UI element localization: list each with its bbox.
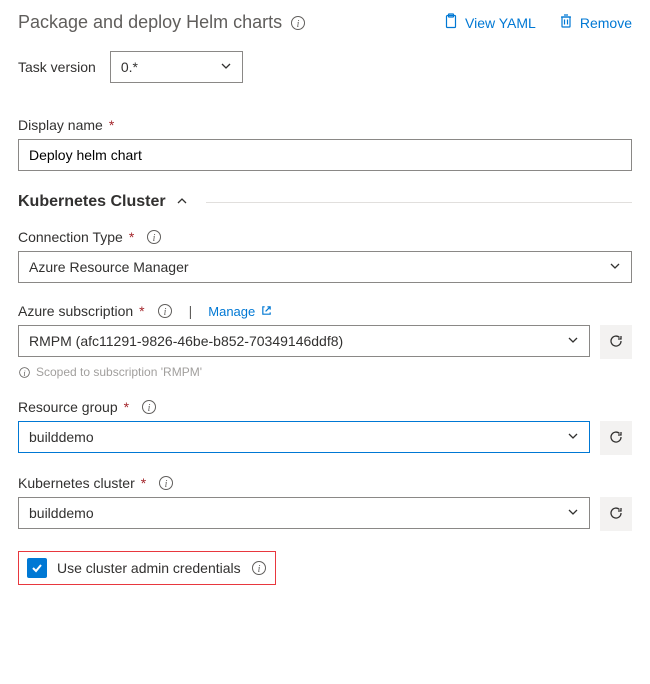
info-icon: i: [18, 366, 31, 379]
task-title: Package and deploy Helm charts i: [18, 12, 306, 33]
kubernetes-cluster-dropdown[interactable]: builddemo: [18, 497, 590, 529]
chevron-down-icon: [567, 333, 579, 349]
azure-subscription-label: Azure subscription *: [18, 303, 145, 319]
azure-subscription-value: RMPM (afc11291-9826-46be-b852-70349146dd…: [29, 333, 343, 349]
view-yaml-label: View YAML: [465, 15, 536, 31]
trash-icon: [558, 13, 574, 32]
resource-group-value: builddemo: [29, 429, 94, 445]
refresh-button[interactable]: [600, 325, 632, 359]
manage-label: Manage: [208, 304, 255, 319]
info-icon[interactable]: i: [157, 303, 173, 319]
refresh-icon: [608, 429, 624, 448]
svg-text:i: i: [297, 19, 300, 30]
resource-group-field: Resource group * i builddemo: [18, 399, 632, 455]
display-name-input[interactable]: [18, 139, 632, 171]
display-name-field: Display name *: [18, 117, 632, 171]
kubernetes-cluster-value: builddemo: [29, 505, 94, 521]
svg-text:i: i: [257, 564, 260, 575]
azure-subscription-dropdown[interactable]: RMPM (afc11291-9826-46be-b852-70349146dd…: [18, 325, 590, 357]
resource-group-label: Resource group *: [18, 399, 129, 415]
refresh-button[interactable]: [600, 497, 632, 531]
task-version-field: Task version 0.*: [18, 51, 632, 83]
remove-label: Remove: [580, 15, 632, 31]
subscription-scope-note: i Scoped to subscription 'RMPM': [18, 365, 632, 379]
required-marker: *: [129, 229, 134, 245]
remove-button[interactable]: Remove: [558, 13, 632, 32]
azure-subscription-label-text: Azure subscription: [18, 303, 133, 319]
divider: [206, 202, 632, 203]
svg-text:i: i: [148, 403, 151, 414]
info-icon[interactable]: i: [158, 475, 174, 491]
connection-type-label-text: Connection Type: [18, 229, 123, 245]
chevron-down-icon: [567, 505, 579, 521]
kubernetes-cluster-label: Kubernetes cluster *: [18, 475, 146, 491]
refresh-button[interactable]: [600, 421, 632, 455]
chevron-up-icon: [176, 194, 188, 210]
chevron-down-icon: [220, 59, 232, 75]
task-version-value: 0.*: [121, 59, 138, 75]
connection-type-label: Connection Type *: [18, 229, 134, 245]
display-name-label-text: Display name: [18, 117, 103, 133]
header-actions: View YAML Remove: [443, 13, 632, 32]
scope-note-text: Scoped to subscription 'RMPM': [36, 365, 202, 379]
chevron-down-icon: [567, 429, 579, 445]
required-marker: *: [124, 399, 129, 415]
resource-group-dropdown[interactable]: builddemo: [18, 421, 590, 453]
kubernetes-cluster-field: Kubernetes cluster * i builddemo: [18, 475, 632, 531]
section-kubernetes-cluster[interactable]: Kubernetes Cluster: [18, 193, 632, 211]
resource-group-label-text: Resource group: [18, 399, 118, 415]
admin-credentials-row: Use cluster admin credentials i: [18, 551, 276, 585]
separator: |: [189, 303, 193, 319]
connection-type-dropdown[interactable]: Azure Resource Manager: [18, 251, 632, 283]
admin-credentials-label: Use cluster admin credentials: [57, 560, 241, 576]
chevron-down-icon: [609, 259, 621, 275]
clipboard-icon: [443, 13, 459, 32]
task-version-label: Task version: [18, 59, 96, 75]
refresh-icon: [608, 505, 624, 524]
info-icon[interactable]: i: [251, 560, 267, 576]
kubernetes-cluster-label-text: Kubernetes cluster: [18, 475, 135, 491]
info-icon[interactable]: i: [146, 229, 162, 245]
view-yaml-button[interactable]: View YAML: [443, 13, 536, 32]
task-version-dropdown[interactable]: 0.*: [110, 51, 243, 83]
display-name-label: Display name *: [18, 117, 632, 133]
connection-type-value: Azure Resource Manager: [29, 259, 189, 275]
external-link-icon: [261, 304, 272, 319]
refresh-icon: [608, 333, 624, 352]
svg-text:i: i: [165, 479, 168, 490]
required-marker: *: [109, 117, 114, 133]
connection-type-field: Connection Type * i Azure Resource Manag…: [18, 229, 632, 283]
manage-link[interactable]: Manage: [208, 304, 272, 319]
required-marker: *: [141, 475, 146, 491]
admin-credentials-checkbox[interactable]: [27, 558, 47, 578]
task-header: Package and deploy Helm charts i View YA…: [18, 12, 632, 33]
info-icon[interactable]: i: [290, 15, 306, 31]
task-title-text: Package and deploy Helm charts: [18, 12, 282, 33]
azure-subscription-field: Azure subscription * i | Manage RMPM (af…: [18, 303, 632, 379]
svg-text:i: i: [23, 368, 25, 377]
svg-text:i: i: [163, 307, 166, 318]
required-marker: *: [139, 303, 144, 319]
info-icon[interactable]: i: [141, 399, 157, 415]
section-title: Kubernetes Cluster: [18, 193, 166, 211]
svg-text:i: i: [153, 233, 156, 244]
